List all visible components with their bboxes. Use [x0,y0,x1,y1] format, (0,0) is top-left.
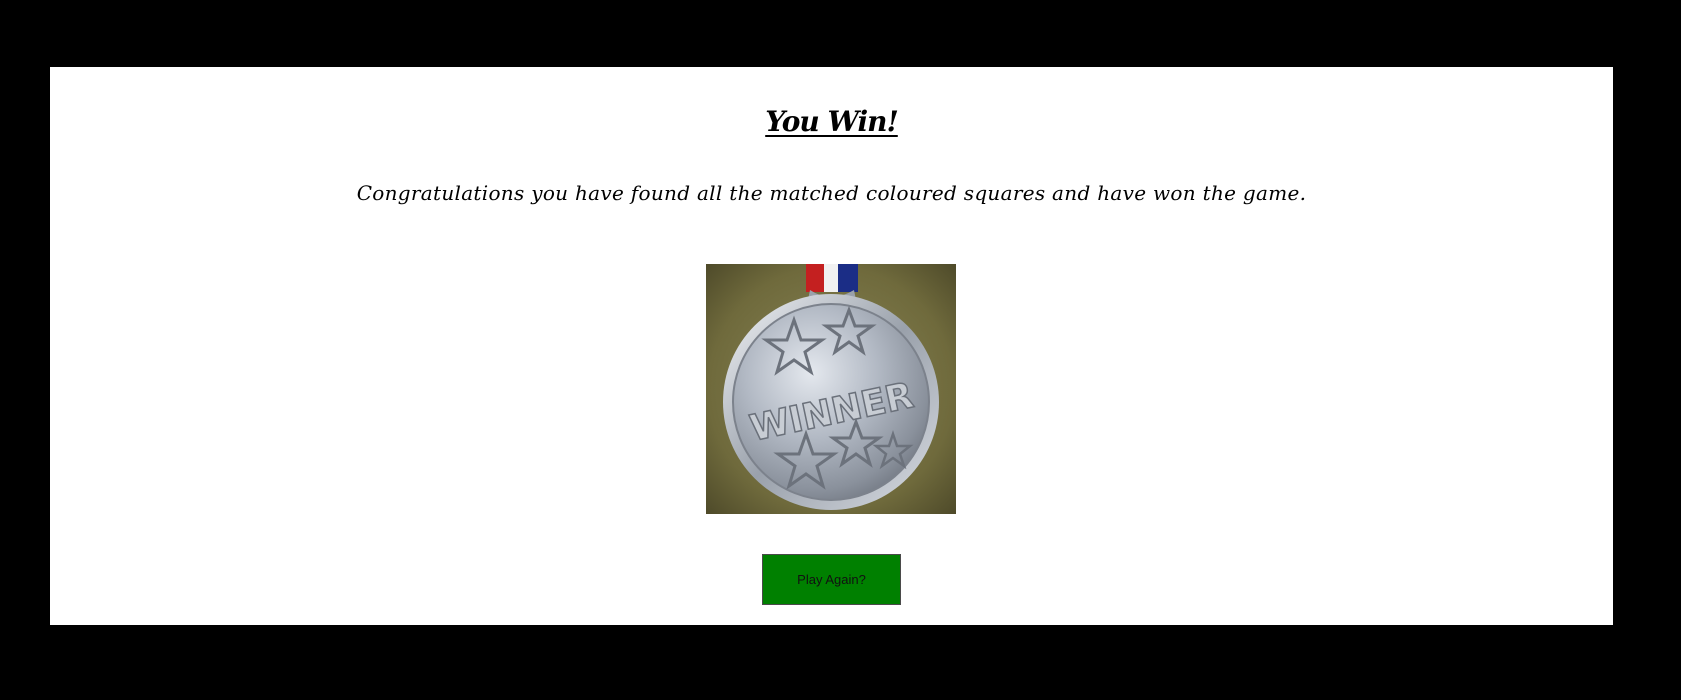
win-message: Congratulations you have found all the m… [356,181,1307,205]
play-again-button[interactable]: Play Again? [762,554,901,605]
win-title: You Win! [765,105,899,138]
winner-medal-icon: WINNER [706,264,956,514]
game-window: { "win_screen": { "title": "You Win!", "… [0,0,1681,700]
win-panel: You Win! Congratulations you have found … [50,67,1613,625]
